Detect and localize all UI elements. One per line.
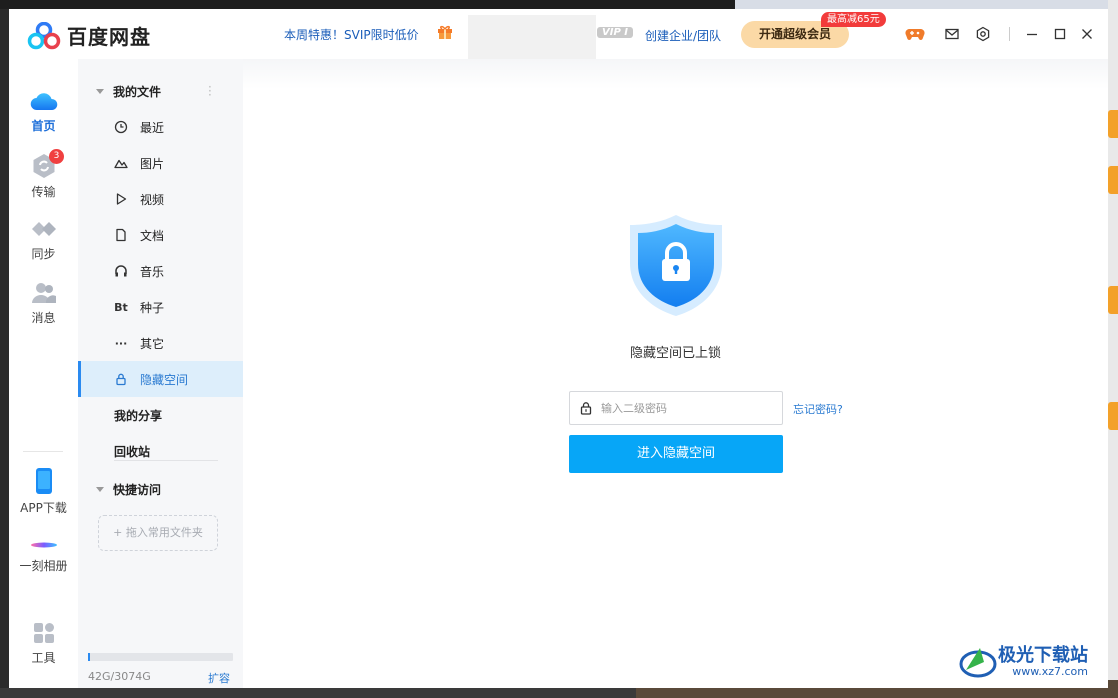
watermark-name: 极光下载站 [998, 644, 1088, 666]
storage-quota-bar [88, 653, 233, 661]
watermark: 极光下载站 www.xz7.com [958, 644, 1088, 680]
password-lock-icon [580, 402, 592, 415]
sidebar-item-torrents[interactable]: Bt 种子 [78, 289, 243, 325]
rail-item-app-download[interactable]: APP下载 [9, 467, 78, 516]
sidebar-my-files[interactable]: 我的文件 [78, 73, 243, 109]
contacts-icon [31, 283, 56, 303]
expand-storage-link[interactable]: 扩容 [208, 670, 230, 686]
title-bar: 百度网盘 本周特惠！SVIP限时低价 VIP I 创建企业/团队 开通超级会员 … [9, 9, 1108, 67]
play-icon [116, 193, 127, 205]
my-share-label: 我的分享 [114, 408, 163, 423]
sidebar-label-video: 视频 [140, 192, 165, 207]
forgot-password-link[interactable]: 忘记密码? [793, 401, 843, 417]
rail-label-home: 首页 [31, 119, 56, 133]
rail-label-transfer: 传输 [31, 185, 56, 199]
rail-item-tools[interactable]: 工具 [9, 621, 78, 666]
sidebar-item-other[interactable]: ··· 其它 [78, 325, 243, 361]
minimize-icon[interactable] [1024, 26, 1040, 42]
my-files-label: 我的文件 [113, 84, 162, 99]
settings-gear-icon[interactable] [975, 26, 991, 42]
add-favorite-folder-dropzone[interactable]: + 拖入常用文件夹 [98, 515, 218, 551]
storage-quota-text: 42G/3074G [88, 670, 151, 683]
main-content: 隐藏空间已上锁 忘记密码? 进入隐藏空间 [243, 59, 1108, 688]
sidebar-label-hidden-space: 隐藏空间 [140, 372, 189, 387]
hidden-space-locked-message: 隐藏空间已上锁 [629, 346, 721, 361]
storage-quota-fill [88, 653, 90, 661]
watermark-logo-icon [959, 648, 997, 678]
bt-icon: Bt [114, 300, 128, 314]
shield-lock-icon [630, 215, 722, 316]
phone-icon [35, 468, 52, 494]
sidebar-label-images: 图片 [140, 156, 165, 171]
sidebar-label-torrents: 种子 [140, 300, 165, 315]
sync-icon [31, 222, 56, 236]
discount-badge: 最高减65元 [821, 12, 886, 27]
more-vertical-icon[interactable]: · · · [208, 81, 212, 101]
quick-access-label: 快捷访问 [113, 482, 162, 497]
close-icon[interactable] [1079, 26, 1095, 42]
main-header-band [243, 59, 1108, 89]
transfer-count-badge: 3 [49, 149, 64, 164]
lock-icon [116, 373, 126, 386]
apps-grid-icon [33, 623, 54, 643]
sidebar-recycle-bin[interactable]: 回收站 [78, 433, 243, 469]
maximize-icon[interactable] [1052, 26, 1068, 42]
rail-label-album: 一刻相册 [19, 559, 68, 573]
sidebar-item-music[interactable]: 音乐 [78, 253, 243, 289]
sidebar-item-recent[interactable]: 最近 [78, 109, 243, 145]
titlebar-divider [1009, 27, 1010, 41]
watermark-url: www.xz7.com [1012, 664, 1088, 678]
vip-level-tag: VIP I [597, 27, 633, 38]
album-icon [30, 542, 57, 548]
gift-icon[interactable] [437, 25, 453, 39]
mail-icon[interactable] [944, 26, 960, 42]
gamepad-icon[interactable] [905, 26, 925, 42]
sidebar-my-share[interactable]: 我的分享 [78, 397, 243, 433]
document-icon [116, 228, 126, 242]
collapse-triangle-icon[interactable] [96, 88, 104, 94]
sidebar-item-documents[interactable]: 文档 [78, 217, 243, 253]
nav-rail: 首页 3 传输 同步 消息 APP下载 一刻相册 工具 [9, 59, 78, 688]
background-toolbar [735, 0, 1118, 9]
secondary-password-input[interactable] [601, 401, 771, 415]
baidu-netdisk-logo-icon [27, 21, 61, 49]
cloud-icon [30, 93, 57, 111]
rail-divider [23, 451, 63, 452]
rail-item-transfer[interactable]: 3 传输 [9, 149, 78, 200]
mountain-icon [114, 159, 128, 169]
rail-item-home[interactable]: 首页 [9, 89, 78, 134]
recycle-bin-label: 回收站 [114, 444, 151, 459]
sidebar-divider [114, 460, 218, 461]
rail-label-messages: 消息 [31, 311, 56, 325]
rail-item-sync[interactable]: 同步 [9, 217, 78, 262]
more-icon: ··· [114, 336, 128, 350]
sidebar-label-other: 其它 [140, 336, 165, 351]
sidebar-label-documents: 文档 [140, 228, 165, 243]
sidebar-item-images[interactable]: 图片 [78, 145, 243, 181]
rail-label-app-download: APP下载 [20, 501, 67, 515]
clock-icon [114, 120, 128, 134]
sidebar-quick-access[interactable]: 快捷访问 [78, 471, 243, 507]
sidebar-item-video[interactable]: 视频 [78, 181, 243, 217]
headphones-icon [115, 265, 127, 277]
baidu-netdisk-window: 百度网盘 本周特惠！SVIP限时低价 VIP I 创建企业/团队 开通超级会员 … [9, 9, 1108, 688]
file-sidebar: 我的文件 · · · 最近 图片 视频 文档 音乐 Bt 种子 ··· 其它 隐… [78, 59, 243, 688]
sidebar-label-music: 音乐 [140, 264, 165, 279]
rail-item-album[interactable]: 一刻相册 [9, 537, 78, 574]
app-logo[interactable]: 百度网盘 [27, 21, 151, 50]
sidebar-item-hidden-space[interactable]: 隐藏空间 [78, 361, 243, 397]
secondary-password-field[interactable] [569, 391, 783, 425]
rail-label-sync: 同步 [31, 247, 56, 261]
promo-link[interactable]: 本周特惠！SVIP限时低价 [284, 26, 419, 43]
collapse-triangle-icon[interactable] [96, 486, 104, 492]
sidebar-label-recent: 最近 [140, 120, 165, 135]
enter-hidden-space-button[interactable]: 进入隐藏空间 [569, 435, 783, 473]
desktop-right-strip [1108, 0, 1118, 698]
app-name: 百度网盘 [67, 25, 151, 49]
create-enterprise-link[interactable]: 创建企业/团队 [645, 27, 721, 44]
rail-label-tools: 工具 [31, 651, 56, 665]
rail-item-messages[interactable]: 消息 [9, 281, 78, 326]
